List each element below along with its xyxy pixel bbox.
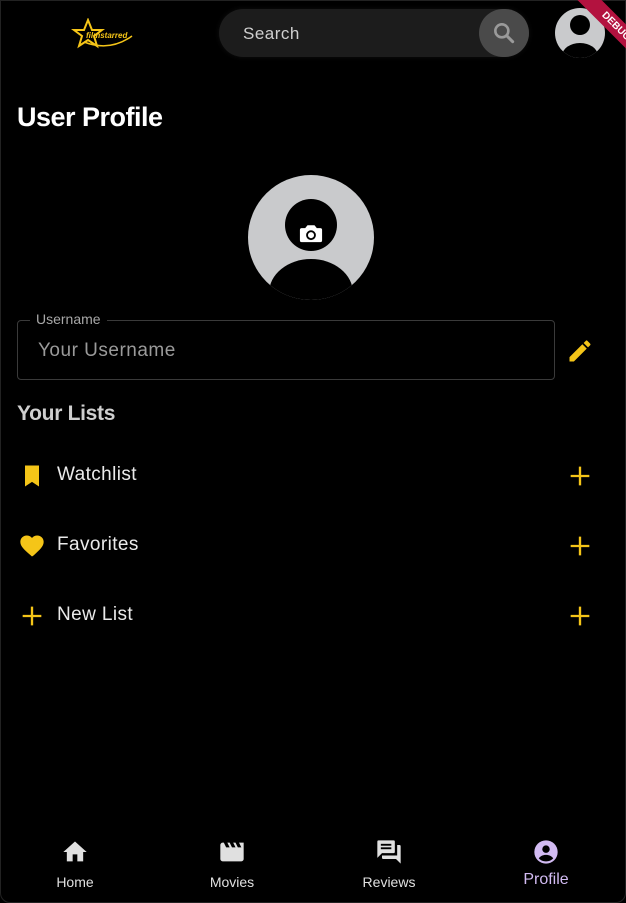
list-item-favorites[interactable]: Favorites [0, 518, 626, 574]
bottom-navigation: Home Movies Reviews Profile [0, 834, 626, 896]
add-to-watchlist-button[interactable] [566, 462, 594, 490]
page-title: User Profile [17, 102, 163, 132]
nav-label: Reviews [362, 874, 416, 890]
debug-label: DEBUG [574, 0, 626, 68]
logo-text: filmstarred [86, 31, 128, 40]
nav-profile[interactable]: Profile [468, 834, 624, 896]
username-field [17, 320, 555, 381]
add-to-favorites-button[interactable] [566, 532, 594, 560]
home-icon [61, 838, 89, 866]
nav-label: Home [56, 874, 94, 890]
add-new-list-button[interactable] [566, 602, 594, 630]
profile-icon [532, 838, 560, 866]
search-bar [219, 9, 529, 59]
plus-icon [570, 466, 590, 486]
nav-home[interactable]: Home [0, 834, 153, 896]
nav-label: Profile [523, 871, 569, 888]
camera-icon[interactable] [297, 220, 325, 248]
nav-reviews[interactable]: Reviews [311, 834, 467, 896]
nav-label: Movies [209, 874, 255, 890]
search-icon [494, 23, 515, 44]
nav-movies[interactable]: Movies [154, 834, 310, 896]
search-button[interactable] [479, 9, 529, 57]
debug-banner: DEBUG [556, 0, 626, 70]
list-item-label: Favorites [57, 534, 139, 555]
heart-icon [18, 532, 46, 560]
plus-icon [18, 602, 46, 630]
plus-icon [570, 606, 590, 626]
username-input[interactable] [36, 321, 540, 381]
list-item-watchlist[interactable]: Watchlist [0, 448, 626, 504]
list-item-label: Watchlist [57, 464, 137, 485]
app-logo[interactable]: filmstarred [70, 17, 136, 52]
list-item-label: New List [57, 604, 134, 625]
list-item-new-list[interactable]: New List [0, 588, 626, 644]
username-label: Username [30, 311, 107, 327]
search-input[interactable] [241, 9, 475, 59]
movie-icon [218, 838, 246, 866]
bookmark-icon [18, 462, 46, 490]
lists-heading: Your Lists [17, 402, 116, 425]
pencil-icon [569, 340, 591, 362]
plus-icon [570, 536, 590, 556]
edit-username-button[interactable] [566, 337, 594, 365]
reviews-icon [375, 838, 403, 866]
